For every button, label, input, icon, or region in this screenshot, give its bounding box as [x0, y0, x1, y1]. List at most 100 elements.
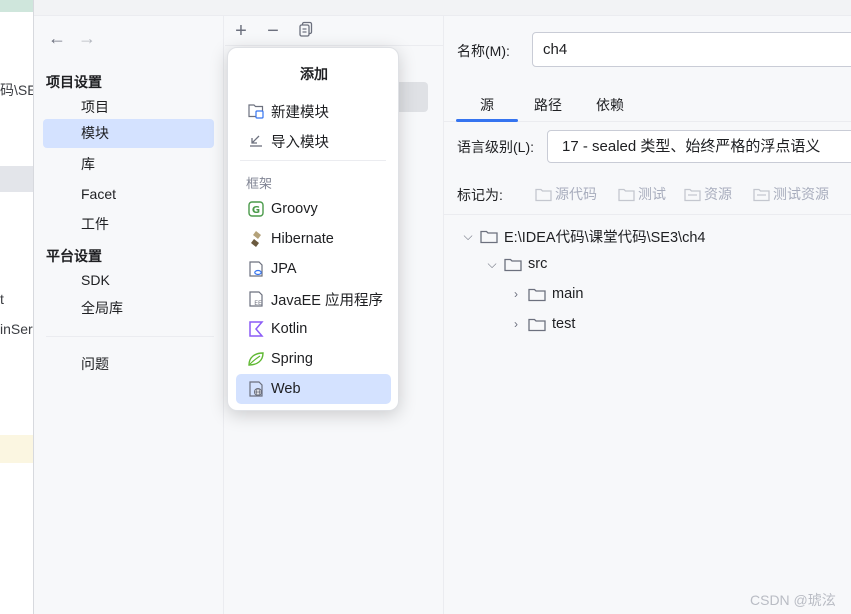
web-icon: [247, 380, 265, 398]
menu-item-jpa[interactable]: JPA: [236, 254, 391, 284]
folder-icon: [535, 188, 552, 201]
module-toolbar: + −: [225, 16, 444, 46]
background-text: 码\SE3: [0, 82, 33, 98]
chevron-right-icon[interactable]: ›: [510, 317, 522, 331]
menu-item-groovy[interactable]: G Groovy: [236, 194, 391, 224]
test-resource-folder-icon: [753, 188, 770, 201]
mark-test-resources-button[interactable]: 测试资源: [753, 184, 829, 204]
nav-item-global-libraries[interactable]: 全局库: [43, 294, 214, 323]
tree-row-main[interactable]: › main: [510, 286, 583, 302]
menu-item-label: JavaEE 应用程序: [271, 292, 383, 309]
active-tab-indicator: [456, 119, 518, 122]
nav-item-sdks[interactable]: SDK: [43, 266, 214, 295]
jpa-icon: [247, 260, 265, 278]
chevron-down-icon[interactable]: ⌵: [462, 229, 474, 244]
menu-item-label: Groovy: [271, 201, 318, 217]
folder-icon: [504, 258, 522, 271]
svg-text:G: G: [252, 205, 260, 216]
menu-item-javaee[interactable]: EE JavaEE 应用程序: [236, 284, 391, 314]
nav-section-platform-settings: 平台设置: [46, 248, 102, 264]
folder-icon: [480, 230, 498, 244]
tree-label: src: [528, 256, 548, 272]
tree-row-test[interactable]: › test: [510, 316, 575, 332]
menu-item-label: Hibernate: [271, 231, 334, 247]
nav-item-modules[interactable]: 模块: [43, 119, 214, 148]
plus-icon[interactable]: +: [230, 20, 252, 42]
nav-arrows: ← →: [48, 28, 96, 49]
mark-tests-button[interactable]: 测试: [618, 184, 666, 204]
nav-item-project[interactable]: 项目: [43, 93, 214, 122]
background-editor: 码\SE3 t inSer: [0, 0, 34, 614]
chevron-down-icon[interactable]: ⌵: [486, 257, 498, 272]
folder-icon: [528, 318, 546, 331]
menu-item-label: JPA: [271, 261, 297, 277]
tree-label: main: [552, 286, 584, 302]
copy-icon[interactable]: [295, 20, 317, 42]
module-name-input[interactable]: ch4: [532, 32, 851, 67]
folder-icon: [618, 188, 635, 201]
hibernate-icon: [247, 230, 265, 248]
nav-item-libraries[interactable]: 库: [43, 150, 214, 179]
arrow-right-icon[interactable]: →: [78, 28, 96, 49]
svg-text:EE: EE: [254, 300, 262, 307]
name-label: 名称(M):: [457, 43, 510, 59]
mark-as-label: 标记为:: [457, 187, 503, 203]
selected-module-row[interactable]: [395, 82, 428, 112]
project-structure-dialog: ← → 项目设置 项目 模块 库 Facet 工件 平台设置 SDK 全局库 问…: [34, 0, 851, 614]
mark-resources-button[interactable]: 资源: [684, 184, 732, 204]
menu-item-web[interactable]: Web: [236, 374, 391, 404]
resource-folder-icon: [684, 188, 701, 201]
menu-item-label: Spring: [271, 351, 313, 367]
folder-icon: [528, 288, 546, 301]
tab-dependencies[interactable]: 依赖: [596, 95, 624, 115]
menu-item-label: Web: [271, 381, 301, 397]
import-module-icon: [247, 132, 265, 150]
groovy-icon: G: [247, 200, 265, 218]
spring-icon: [247, 350, 265, 368]
kotlin-icon: [247, 320, 265, 338]
menu-item-label: 新建模块: [271, 104, 329, 121]
mark-sources-label: 源代码: [555, 186, 597, 202]
language-level-label: 语言级别(L):: [457, 139, 534, 155]
tree-row-src[interactable]: ⌵ src: [486, 256, 547, 272]
menu-item-kotlin[interactable]: Kotlin: [236, 314, 391, 344]
chevron-right-icon[interactable]: ›: [510, 287, 522, 301]
arrow-left-icon[interactable]: ←: [48, 28, 66, 49]
background-text: t: [0, 291, 4, 307]
nav-item-artifacts[interactable]: 工件: [43, 210, 214, 239]
language-level-select[interactable]: 17 - sealed 类型、始终严格的浮点语义: [547, 130, 851, 163]
tab-sources[interactable]: 源: [480, 95, 494, 115]
background-text: inSer: [0, 321, 33, 337]
background-tab-strip: [0, 0, 33, 12]
add-popup-menu: 添加 新建模块 导入模块 框架 G Groovy Hibernate JPA E…: [227, 47, 399, 411]
tree-row-content-root[interactable]: ⌵ E:\IDEA代码\课堂代码\SE3\ch4: [462, 226, 705, 247]
popup-title: 添加: [300, 66, 328, 82]
nav-item-problems[interactable]: 问题: [43, 350, 214, 379]
mark-divider: [444, 214, 851, 215]
background-highlight-yellow: [0, 435, 33, 463]
menu-item-import-module[interactable]: 导入模块: [236, 126, 391, 156]
mark-tests-label: 测试: [638, 186, 666, 202]
minus-icon[interactable]: −: [262, 20, 284, 42]
menu-item-new-module[interactable]: 新建模块: [236, 96, 391, 126]
menu-item-spring[interactable]: Spring: [236, 344, 391, 374]
tab-paths[interactable]: 路径: [534, 95, 562, 115]
menu-item-label: Kotlin: [271, 321, 308, 337]
nav-divider: [46, 336, 214, 337]
dialog-header: [34, 0, 851, 16]
nav-item-facets[interactable]: Facet: [43, 180, 214, 209]
frameworks-group-label: 框架: [246, 176, 273, 191]
javaee-icon: EE: [247, 290, 265, 308]
settings-nav: ← → 项目设置 项目 模块 库 Facet 工件 平台设置 SDK 全局库 问…: [34, 16, 224, 614]
details-tabs: 源 路径 依赖: [444, 88, 851, 122]
new-module-icon: [247, 102, 265, 120]
nav-section-project-settings: 项目设置: [46, 74, 102, 90]
module-details-panel: 名称(M): ch4 源 路径 依赖 语言级别(L): 17 - sealed …: [444, 16, 851, 614]
mark-resources-label: 资源: [704, 186, 732, 202]
menu-item-hibernate[interactable]: Hibernate: [236, 224, 391, 254]
tree-label: test: [552, 316, 576, 332]
menu-item-label: 导入模块: [271, 134, 329, 151]
mark-sources-button[interactable]: 源代码: [535, 184, 597, 204]
tree-label: E:\IDEA代码\课堂代码\SE3\ch4: [504, 230, 706, 246]
popup-divider: [240, 160, 386, 161]
